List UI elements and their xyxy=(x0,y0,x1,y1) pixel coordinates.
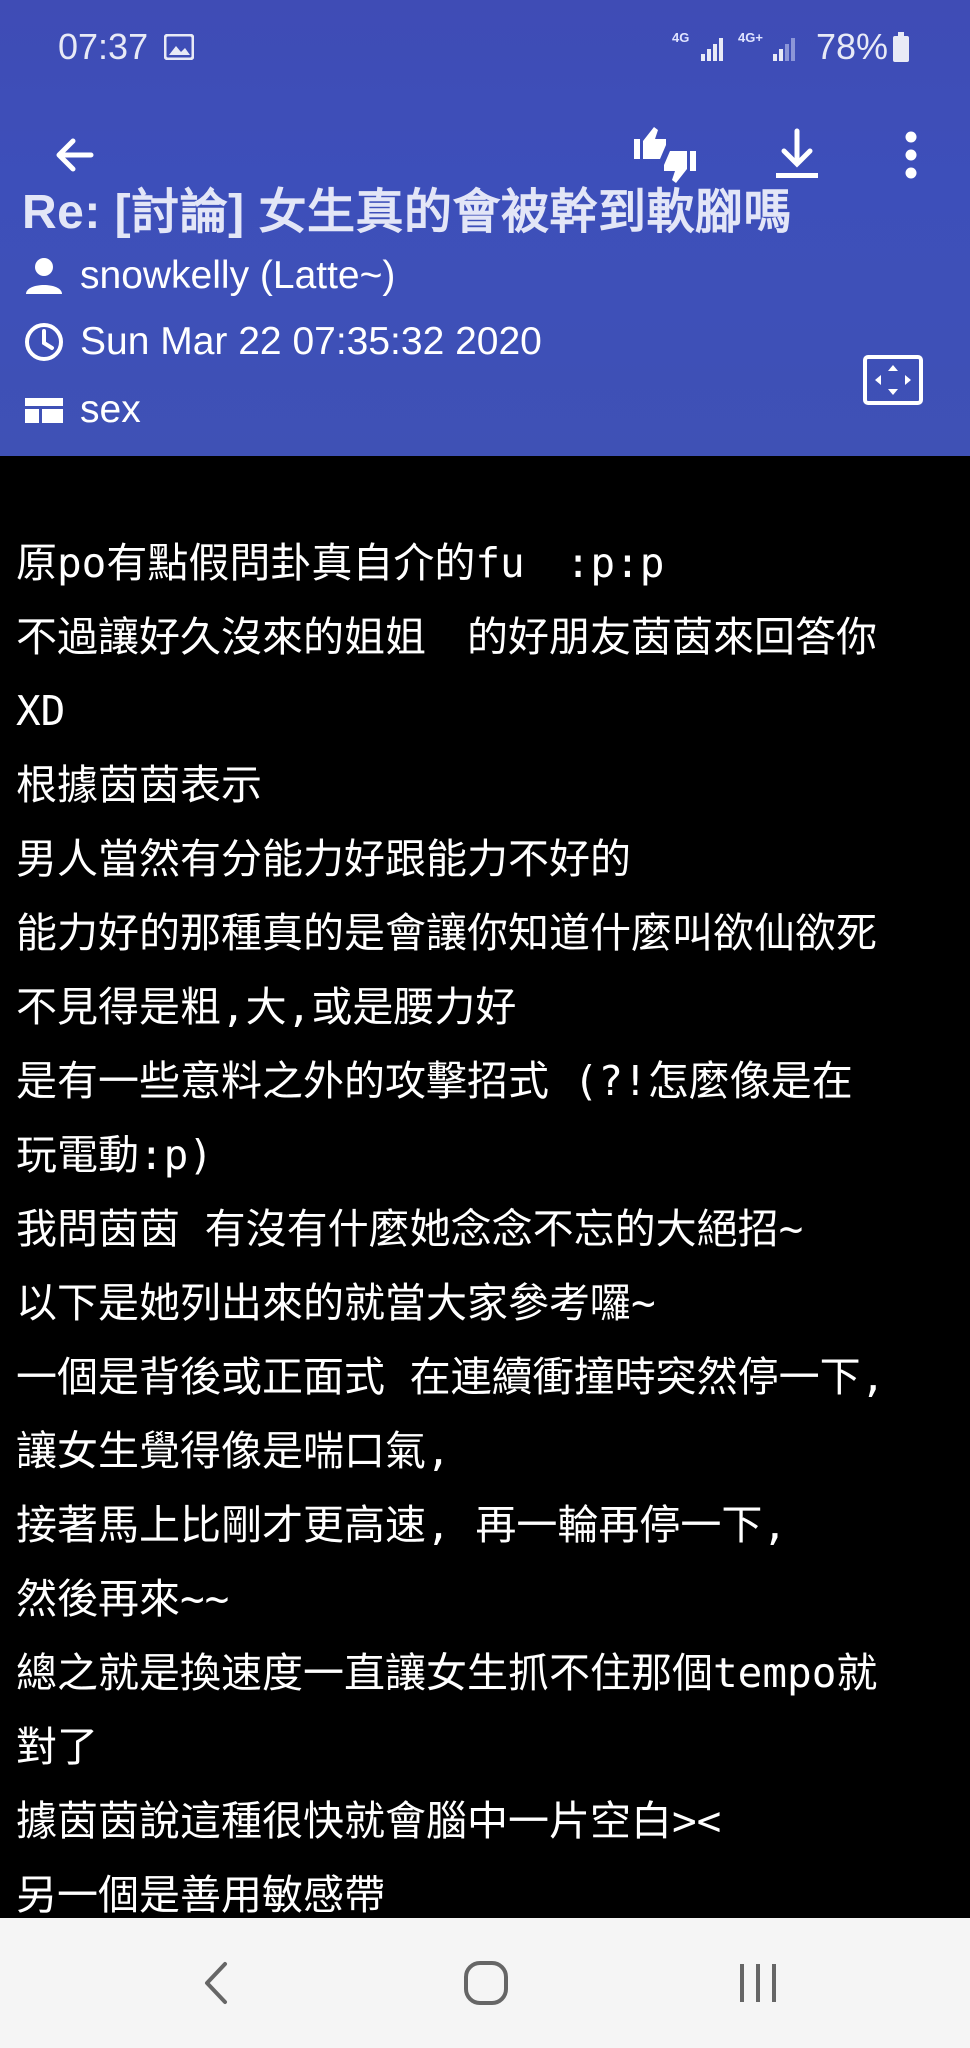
nav-recents-button[interactable] xyxy=(718,1948,798,2018)
nav-home-button[interactable] xyxy=(446,1948,526,2018)
recents-icon xyxy=(740,1964,776,2002)
more-options-button[interactable] xyxy=(876,120,946,190)
fullscreen-button[interactable] xyxy=(862,354,924,406)
body-line: 據茵茵說這種很快就會腦中一片空白>< xyxy=(16,1797,722,1845)
signal-icon xyxy=(773,38,795,61)
clock-icon xyxy=(22,320,66,364)
body-line: 原po有點假問卦真自介的fu :p:p xyxy=(16,539,665,587)
post-author: snowkelly (Latte~) xyxy=(80,254,396,297)
board-row: sex xyxy=(22,385,141,435)
post-title: Re: [討論] 女生真的會被幹到軟腳嗎 xyxy=(22,186,792,239)
chevron-left-icon xyxy=(205,1962,227,2004)
body-line: 玩電動:p) xyxy=(16,1131,214,1179)
status-bar: 07:37 4G 4G+ 78% xyxy=(0,0,970,100)
home-icon xyxy=(464,1961,508,2005)
network-type-2: 4G+ xyxy=(738,30,763,45)
signal-icon xyxy=(701,38,723,61)
body-line: 根據茵茵表示 xyxy=(16,761,262,809)
status-time: 07:37 xyxy=(58,26,149,67)
author-row: snowkelly (Latte~) xyxy=(22,251,395,301)
body-line: 一個是背後或正面式 在連續衝撞時突然停一下, xyxy=(16,1353,886,1401)
image-icon xyxy=(164,34,194,60)
battery-icon xyxy=(893,32,909,62)
body-line: 男人當然有分能力好跟能力不好的 xyxy=(16,835,631,883)
battery-percent: 78% xyxy=(816,26,889,67)
body-line: 不過讓好久沒來的姐姐 的好朋友茵茵來回答你 xyxy=(16,613,877,661)
body-line: 不見得是粗,大,或是腰力好 xyxy=(16,983,517,1031)
post-board: sex xyxy=(80,388,141,431)
body-line: 接著馬上比剛才更高速, 再一輪再停一下, xyxy=(16,1501,788,1549)
board-icon xyxy=(22,388,66,432)
post-header: 07:37 4G 4G+ 78% Re: [討論] 女生真的會被幹到軟腳嗎 sn… xyxy=(0,0,970,456)
body-line: 對了 xyxy=(16,1723,98,1771)
body-line: 然後再來~~ xyxy=(16,1575,230,1623)
body-line: 能力好的那種真的是會讓你知道什麼叫欲仙欲死 xyxy=(16,909,877,957)
system-navigation-bar xyxy=(0,1918,970,2048)
post-date: Sun Mar 22 07:35:32 2020 xyxy=(80,320,542,363)
date-row: Sun Mar 22 07:35:32 2020 xyxy=(22,317,542,367)
nav-back-button[interactable] xyxy=(176,1948,256,2018)
fullscreen-icon xyxy=(863,355,923,405)
body-line: XD xyxy=(16,687,66,735)
more-vertical-icon xyxy=(905,131,917,179)
body-line: 是有一些意料之外的攻擊招式 (?!怎麼像是在 xyxy=(16,1057,853,1105)
body-line: 讓女生覺得像是喘口氣, xyxy=(16,1427,451,1475)
body-line: 我問茵茵 有沒有什麼她念念不忘的大絕招~ xyxy=(16,1205,804,1253)
post-body: 原po有點假問卦真自介的fu :p:p 不過讓好久沒來的姐姐 的好朋友茵茵來回答… xyxy=(16,526,961,1932)
network-type-1: 4G xyxy=(672,30,690,45)
body-line: 總之就是換速度一直讓女生抓不住那個tempo就 xyxy=(16,1649,878,1697)
person-icon xyxy=(22,254,66,298)
body-line: 以下是她列出來的就當大家參考囉~ xyxy=(16,1279,656,1327)
